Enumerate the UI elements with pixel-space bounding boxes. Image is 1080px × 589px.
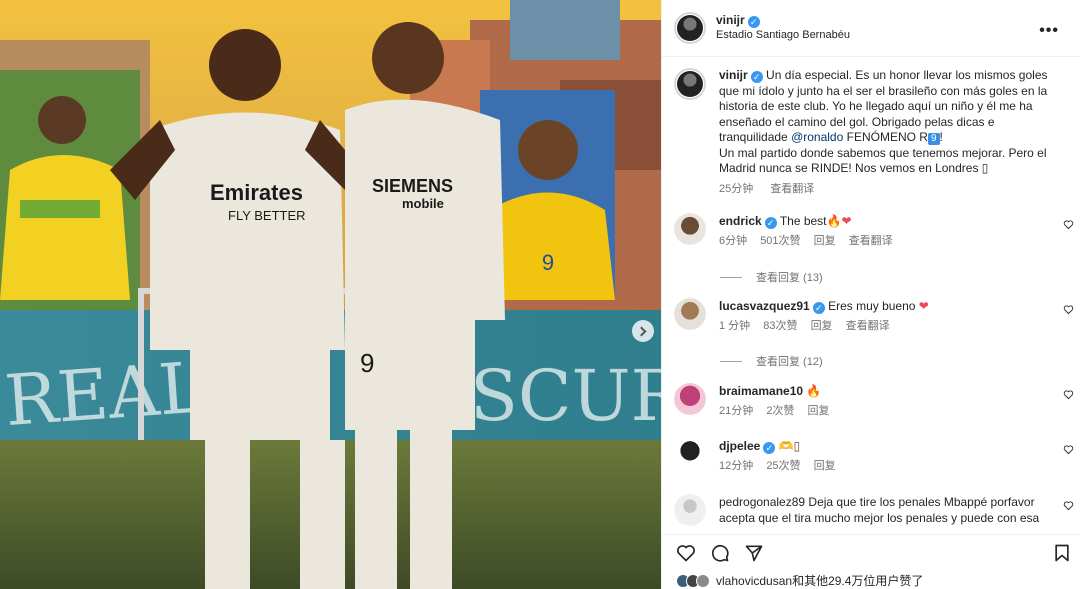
replies-line — [720, 360, 742, 362]
svg-text:9: 9 — [542, 250, 554, 275]
svg-text:9: 9 — [360, 348, 374, 378]
reply-button[interactable]: 回复 — [814, 460, 836, 472]
verified-badge-icon: ✓ — [764, 217, 777, 229]
comment-likes[interactable]: 83次赞 — [763, 320, 797, 332]
comment-item: djpelee ✓ 🫶▯ 12分钟 25次赞 回复 — [674, 438, 1074, 474]
comment-item: pedrogonalez89 Deja que tire los penales… — [674, 494, 1074, 526]
comment-time: 6分钟 — [719, 235, 748, 247]
caption-text-2: Un mal partido donde sabemos que tenemos… — [719, 145, 1047, 176]
like-icon[interactable] — [676, 543, 696, 563]
post-caption: vinijr ✓ Un día especial. Es un honor lle… — [674, 68, 1069, 197]
commenter-username[interactable]: braimamane10 — [719, 384, 803, 398]
next-image-button[interactable] — [632, 320, 654, 342]
comment-likes[interactable]: 501次赞 — [760, 235, 800, 247]
liker-avatar — [696, 573, 710, 588]
view-replies-button[interactable]: 查看回复 (12) — [720, 353, 823, 369]
svg-text:Emirates: Emirates — [210, 180, 303, 205]
likes-summary[interactable]: vlahovicdusan和其他29.4万位用户赞了 — [676, 572, 923, 589]
comment-likes[interactable]: 25次赞 — [766, 460, 800, 472]
verified-badge-icon: ✓ — [747, 16, 760, 28]
comment-time: 21分钟 — [719, 405, 754, 417]
caption-text-end: ! — [939, 130, 943, 144]
mention-link[interactable]: @ronaldo — [791, 130, 843, 144]
verified-badge-icon: ✓ — [812, 302, 825, 314]
commenter-avatar-default[interactable] — [674, 494, 706, 526]
emoji-placeholder: ▯ — [981, 161, 989, 175]
comment-item: braimamane10 🔥 21分钟 2次赞 回复 — [674, 383, 1074, 419]
comment-item: endrick ✓ The best🔥❤ 6分钟 501次赞 回复 查看翻译 — [674, 213, 1074, 249]
post-panel: vinijr ✓ Estadio Santiago Bernabéu ••• vi… — [661, 0, 1080, 589]
comment-time: 1 分钟 — [719, 320, 751, 332]
comment-emoji: ❤ — [918, 299, 929, 313]
post-header: vinijr ✓ Estadio Santiago Bernabéu ••• — [674, 12, 1069, 44]
post-action-bar — [662, 534, 1080, 568]
reply-button[interactable]: 回复 — [808, 405, 830, 417]
commenter-avatar[interactable] — [674, 298, 706, 330]
verified-badge-icon: ✓ — [763, 442, 776, 454]
post-photo: 9 REAL M SCURE Emirates FLY BETTER SIEME… — [0, 0, 661, 589]
caption-username[interactable]: vinijr — [719, 68, 748, 82]
comment-time: 12分钟 — [719, 460, 754, 472]
comment-emoji: 🔥 — [806, 384, 822, 398]
verified-badge-icon: ✓ — [750, 71, 763, 83]
author-avatar[interactable] — [674, 12, 706, 44]
see-translation-link[interactable]: 查看翻译 — [770, 183, 814, 195]
more-options-icon[interactable]: ••• — [1039, 22, 1059, 40]
commenter-username[interactable]: pedrogonalez89 — [719, 495, 805, 509]
commenter-avatar[interactable] — [674, 438, 706, 470]
like-heart-icon[interactable] — [1063, 389, 1074, 400]
svg-text:FLY BETTER: FLY BETTER — [228, 208, 306, 223]
commenter-avatar[interactable] — [674, 383, 706, 415]
author-username[interactable]: vinijr — [716, 13, 745, 27]
post-location[interactable]: Estadio Santiago Bernabéu — [716, 28, 850, 43]
caption-avatar[interactable] — [674, 68, 706, 100]
svg-text:SIEMENS: SIEMENS — [372, 176, 453, 196]
view-replies-label: 查看回复 (12) — [756, 356, 823, 368]
like-heart-icon[interactable] — [1063, 219, 1074, 230]
reply-button[interactable]: 回复 — [814, 235, 836, 247]
likes-count-text[interactable]: 和其他29.4万位用户赞了 — [792, 574, 923, 588]
see-translation-link[interactable]: 查看翻译 — [849, 235, 893, 247]
comment-likes[interactable]: 2次赞 — [766, 405, 794, 417]
like-heart-icon[interactable] — [1063, 304, 1074, 315]
comment-icon[interactable] — [710, 543, 730, 563]
svg-text:mobile: mobile — [402, 196, 444, 211]
comment-text: The best — [779, 214, 827, 228]
comment-emoji: 🫶▯ — [778, 439, 801, 453]
reply-button[interactable]: 回复 — [811, 320, 833, 332]
caption-text-cont: FENÓMENO R — [843, 130, 928, 144]
keycap-nine-emoji: 9 — [927, 133, 940, 145]
chevron-right-icon — [636, 326, 647, 336]
commenter-username[interactable]: endrick — [719, 214, 762, 228]
comment-item: lucasvazquez91 ✓ Eres muy bueno ❤ 1 分钟 83… — [674, 298, 1074, 334]
save-bookmark-icon[interactable] — [1052, 543, 1072, 563]
caption-time: 25分钟 — [719, 182, 754, 195]
header-divider — [662, 56, 1080, 57]
like-heart-icon[interactable] — [1063, 500, 1074, 511]
share-icon[interactable] — [744, 543, 764, 563]
post-image[interactable]: 9 REAL M SCURE Emirates FLY BETTER SIEME… — [0, 0, 661, 589]
liker-username[interactable]: vlahovicdusan — [716, 574, 792, 588]
replies-line — [720, 276, 742, 278]
comment-emoji: 🔥❤ — [826, 214, 852, 228]
view-replies-label: 查看回复 (13) — [756, 272, 823, 284]
comment-text: Eres muy bueno — [828, 299, 916, 313]
svg-text:SCURE: SCURE — [470, 355, 661, 437]
view-replies-button[interactable]: 查看回复 (13) — [720, 269, 823, 285]
commenter-avatar[interactable] — [674, 213, 706, 245]
commenter-username[interactable]: lucasvazquez91 — [719, 299, 810, 313]
see-translation-link[interactable]: 查看翻译 — [846, 320, 890, 332]
commenter-username[interactable]: djpelee — [719, 439, 760, 453]
like-heart-icon[interactable] — [1063, 444, 1074, 455]
